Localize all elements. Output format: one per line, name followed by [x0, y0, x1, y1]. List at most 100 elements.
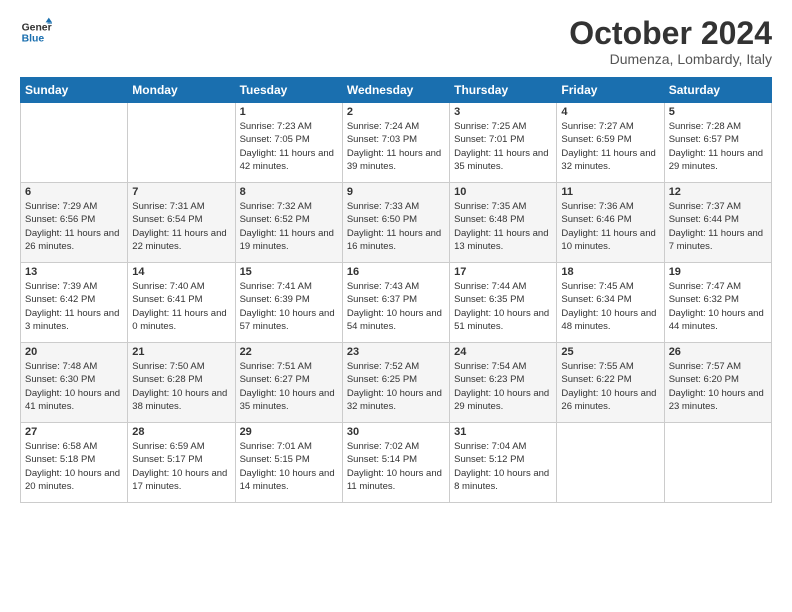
cell-info: Sunrise: 7:01 AM Sunset: 5:15 PM Dayligh…	[240, 440, 338, 493]
cell-day-number: 25	[561, 346, 659, 358]
cell-info: Sunrise: 7:25 AM Sunset: 7:01 PM Dayligh…	[454, 120, 552, 173]
cell-2-3: 16 Sunrise: 7:43 AM Sunset: 6:37 PM Dayli…	[342, 263, 449, 343]
cell-day-number: 24	[454, 346, 552, 358]
calendar-page: General Blue October 2024 Dumenza, Lomba…	[0, 0, 792, 612]
header-friday: Friday	[557, 78, 664, 103]
cell-day-number: 16	[347, 266, 445, 278]
cell-info: Sunrise: 7:02 AM Sunset: 5:14 PM Dayligh…	[347, 440, 445, 493]
cell-info: Sunrise: 7:43 AM Sunset: 6:37 PM Dayligh…	[347, 280, 445, 333]
cell-1-3: 9Sunrise: 7:33 AM Sunset: 6:50 PM Daylig…	[342, 183, 449, 263]
cell-day-number: 2	[347, 106, 445, 118]
cell-3-6: 26 Sunrise: 7:57 AM Sunset: 6:20 PM Dayli…	[664, 343, 771, 423]
cell-day-number: 7	[132, 186, 230, 198]
cell-day-number: 14	[132, 266, 230, 278]
cell-info: Sunrise: 7:24 AM Sunset: 7:03 PM Dayligh…	[347, 120, 445, 173]
cell-day-number: 12	[669, 186, 767, 198]
title-block: October 2024 Dumenza, Lombardy, Italy	[569, 16, 772, 67]
cell-day-number: 11	[561, 186, 659, 198]
cell-info: Sunrise: 7:54 AM Sunset: 6:23 PM Dayligh…	[454, 360, 552, 413]
cell-day-number: 30	[347, 426, 445, 438]
cell-info: Sunrise: 7:28 AM Sunset: 6:57 PM Dayligh…	[669, 120, 767, 173]
cell-4-4: 31 Sunrise: 7:04 AM Sunset: 5:12 PM Dayli…	[450, 423, 557, 503]
header-thursday: Thursday	[450, 78, 557, 103]
cell-0-0	[21, 103, 128, 183]
cell-info: Sunrise: 7:32 AM Sunset: 6:52 PM Dayligh…	[240, 200, 338, 253]
cell-1-1: 7 Sunrise: 7:31 AM Sunset: 6:54 PM Daylig…	[128, 183, 235, 263]
svg-text:General: General	[22, 22, 52, 33]
cell-info: Sunrise: 7:50 AM Sunset: 6:28 PM Dayligh…	[132, 360, 230, 413]
cell-day-number: 1	[240, 106, 338, 118]
cell-1-4: 10Sunrise: 7:35 AM Sunset: 6:48 PM Dayli…	[450, 183, 557, 263]
cell-info: Sunrise: 7:36 AM Sunset: 6:46 PM Dayligh…	[561, 200, 659, 253]
week-row-1: 6 Sunrise: 7:29 AM Sunset: 6:56 PM Daylig…	[21, 183, 772, 263]
cell-info: Sunrise: 7:44 AM Sunset: 6:35 PM Dayligh…	[454, 280, 552, 333]
cell-day-number: 13	[25, 266, 123, 278]
cell-info: Sunrise: 7:48 AM Sunset: 6:30 PM Dayligh…	[25, 360, 123, 413]
cell-0-6: 5 Sunrise: 7:28 AM Sunset: 6:57 PM Daylig…	[664, 103, 771, 183]
header: General Blue October 2024 Dumenza, Lomba…	[20, 16, 772, 67]
cell-info: Sunrise: 6:58 AM Sunset: 5:18 PM Dayligh…	[25, 440, 123, 493]
cell-info: Sunrise: 7:45 AM Sunset: 6:34 PM Dayligh…	[561, 280, 659, 333]
header-tuesday: Tuesday	[235, 78, 342, 103]
cell-day-number: 5	[669, 106, 767, 118]
cell-info: Sunrise: 7:35 AM Sunset: 6:48 PM Dayligh…	[454, 200, 552, 253]
week-row-2: 13 Sunrise: 7:39 AM Sunset: 6:42 PM Dayli…	[21, 263, 772, 343]
cell-info: Sunrise: 7:47 AM Sunset: 6:32 PM Dayligh…	[669, 280, 767, 333]
header-row: SundayMondayTuesdayWednesdayThursdayFrid…	[21, 78, 772, 103]
cell-info: Sunrise: 7:27 AM Sunset: 6:59 PM Dayligh…	[561, 120, 659, 173]
cell-0-3: 2 Sunrise: 7:24 AM Sunset: 7:03 PM Daylig…	[342, 103, 449, 183]
cell-0-1	[128, 103, 235, 183]
cell-3-4: 24 Sunrise: 7:54 AM Sunset: 6:23 PM Dayli…	[450, 343, 557, 423]
cell-3-0: 20 Sunrise: 7:48 AM Sunset: 6:30 PM Dayli…	[21, 343, 128, 423]
header-wednesday: Wednesday	[342, 78, 449, 103]
cell-day-number: 27	[25, 426, 123, 438]
cell-2-0: 13 Sunrise: 7:39 AM Sunset: 6:42 PM Dayli…	[21, 263, 128, 343]
cell-day-number: 26	[669, 346, 767, 358]
cell-day-number: 3	[454, 106, 552, 118]
header-sunday: Sunday	[21, 78, 128, 103]
header-monday: Monday	[128, 78, 235, 103]
cell-day-number: 20	[25, 346, 123, 358]
cell-1-6: 12 Sunrise: 7:37 AM Sunset: 6:44 PM Dayli…	[664, 183, 771, 263]
cell-info: Sunrise: 7:31 AM Sunset: 6:54 PM Dayligh…	[132, 200, 230, 253]
cell-day-number: 6	[25, 186, 123, 198]
cell-day-number: 21	[132, 346, 230, 358]
cell-day-number: 28	[132, 426, 230, 438]
cell-1-2: 8 Sunrise: 7:32 AM Sunset: 6:52 PM Daylig…	[235, 183, 342, 263]
cell-day-number: 22	[240, 346, 338, 358]
cell-3-1: 21 Sunrise: 7:50 AM Sunset: 6:28 PM Dayli…	[128, 343, 235, 423]
logo-icon: General Blue	[20, 16, 52, 48]
cell-info: Sunrise: 7:57 AM Sunset: 6:20 PM Dayligh…	[669, 360, 767, 413]
cell-4-1: 28Sunrise: 6:59 AM Sunset: 5:17 PM Dayli…	[128, 423, 235, 503]
cell-day-number: 8	[240, 186, 338, 198]
cell-info: Sunrise: 7:04 AM Sunset: 5:12 PM Dayligh…	[454, 440, 552, 493]
cell-4-0: 27 Sunrise: 6:58 AM Sunset: 5:18 PM Dayli…	[21, 423, 128, 503]
cell-2-5: 18 Sunrise: 7:45 AM Sunset: 6:34 PM Dayli…	[557, 263, 664, 343]
cell-info: Sunrise: 7:39 AM Sunset: 6:42 PM Dayligh…	[25, 280, 123, 333]
cell-2-2: 15Sunrise: 7:41 AM Sunset: 6:39 PM Dayli…	[235, 263, 342, 343]
cell-info: Sunrise: 7:29 AM Sunset: 6:56 PM Dayligh…	[25, 200, 123, 253]
cell-day-number: 9	[347, 186, 445, 198]
cell-day-number: 18	[561, 266, 659, 278]
cell-3-5: 25Sunrise: 7:55 AM Sunset: 6:22 PM Dayli…	[557, 343, 664, 423]
cell-info: Sunrise: 7:37 AM Sunset: 6:44 PM Dayligh…	[669, 200, 767, 253]
header-saturday: Saturday	[664, 78, 771, 103]
location-subtitle: Dumenza, Lombardy, Italy	[569, 51, 772, 67]
cell-4-5	[557, 423, 664, 503]
logo: General Blue	[20, 16, 52, 48]
cell-info: Sunrise: 7:40 AM Sunset: 6:41 PM Dayligh…	[132, 280, 230, 333]
cell-1-5: 11 Sunrise: 7:36 AM Sunset: 6:46 PM Dayli…	[557, 183, 664, 263]
cell-3-3: 23 Sunrise: 7:52 AM Sunset: 6:25 PM Dayli…	[342, 343, 449, 423]
cell-2-1: 14 Sunrise: 7:40 AM Sunset: 6:41 PM Dayli…	[128, 263, 235, 343]
cell-day-number: 29	[240, 426, 338, 438]
cell-info: Sunrise: 7:52 AM Sunset: 6:25 PM Dayligh…	[347, 360, 445, 413]
cell-3-2: 22Sunrise: 7:51 AM Sunset: 6:27 PM Dayli…	[235, 343, 342, 423]
cell-day-number: 4	[561, 106, 659, 118]
cell-4-2: 29 Sunrise: 7:01 AM Sunset: 5:15 PM Dayli…	[235, 423, 342, 503]
cell-day-number: 31	[454, 426, 552, 438]
cell-4-3: 30 Sunrise: 7:02 AM Sunset: 5:14 PM Dayli…	[342, 423, 449, 503]
cell-day-number: 23	[347, 346, 445, 358]
cell-1-0: 6 Sunrise: 7:29 AM Sunset: 6:56 PM Daylig…	[21, 183, 128, 263]
svg-text:Blue: Blue	[22, 34, 45, 45]
month-title: October 2024	[569, 16, 772, 51]
